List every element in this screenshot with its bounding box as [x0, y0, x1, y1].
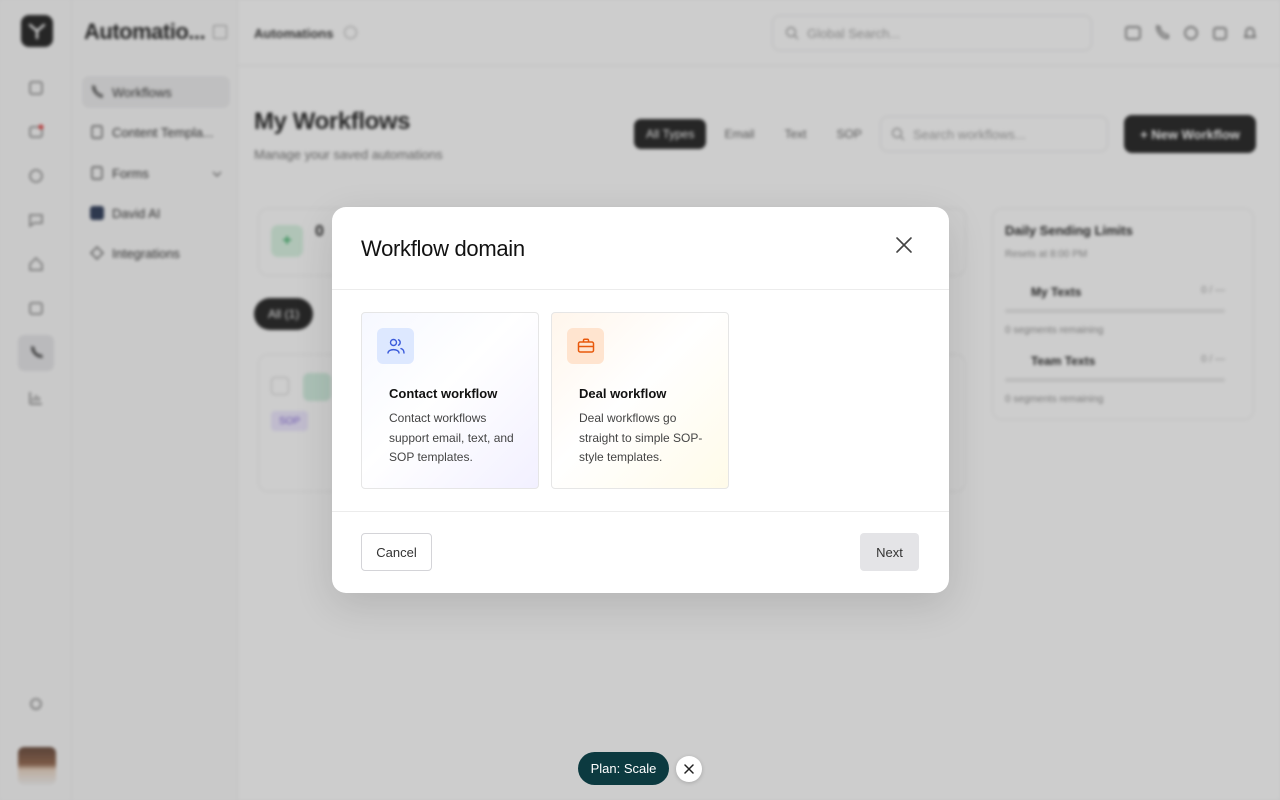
option-name: Contact workflow: [389, 386, 498, 401]
contact-workflow-option[interactable]: Contact workflow Contact workflows suppo…: [361, 312, 539, 489]
divider: [332, 289, 949, 290]
plan-badge[interactable]: Plan: Scale: [578, 752, 669, 785]
cancel-button[interactable]: Cancel: [361, 533, 432, 571]
dialog-title: Workflow domain: [361, 236, 525, 261]
option-name: Deal workflow: [579, 386, 667, 401]
divider: [332, 511, 949, 512]
close-icon[interactable]: [676, 756, 702, 782]
next-button[interactable]: Next: [860, 533, 919, 571]
users-icon: [377, 328, 414, 364]
option-description: Contact workflows support email, text, a…: [389, 411, 514, 464]
close-icon[interactable]: [892, 233, 916, 257]
option-description: Deal workflows go straight to simple SOP…: [579, 411, 703, 464]
workflow-domain-dialog: Workflow domain Contact workflow Contact…: [332, 207, 949, 593]
briefcase-icon: [567, 328, 604, 364]
deal-workflow-option[interactable]: Deal workflow Deal workflows go straight…: [551, 312, 729, 489]
